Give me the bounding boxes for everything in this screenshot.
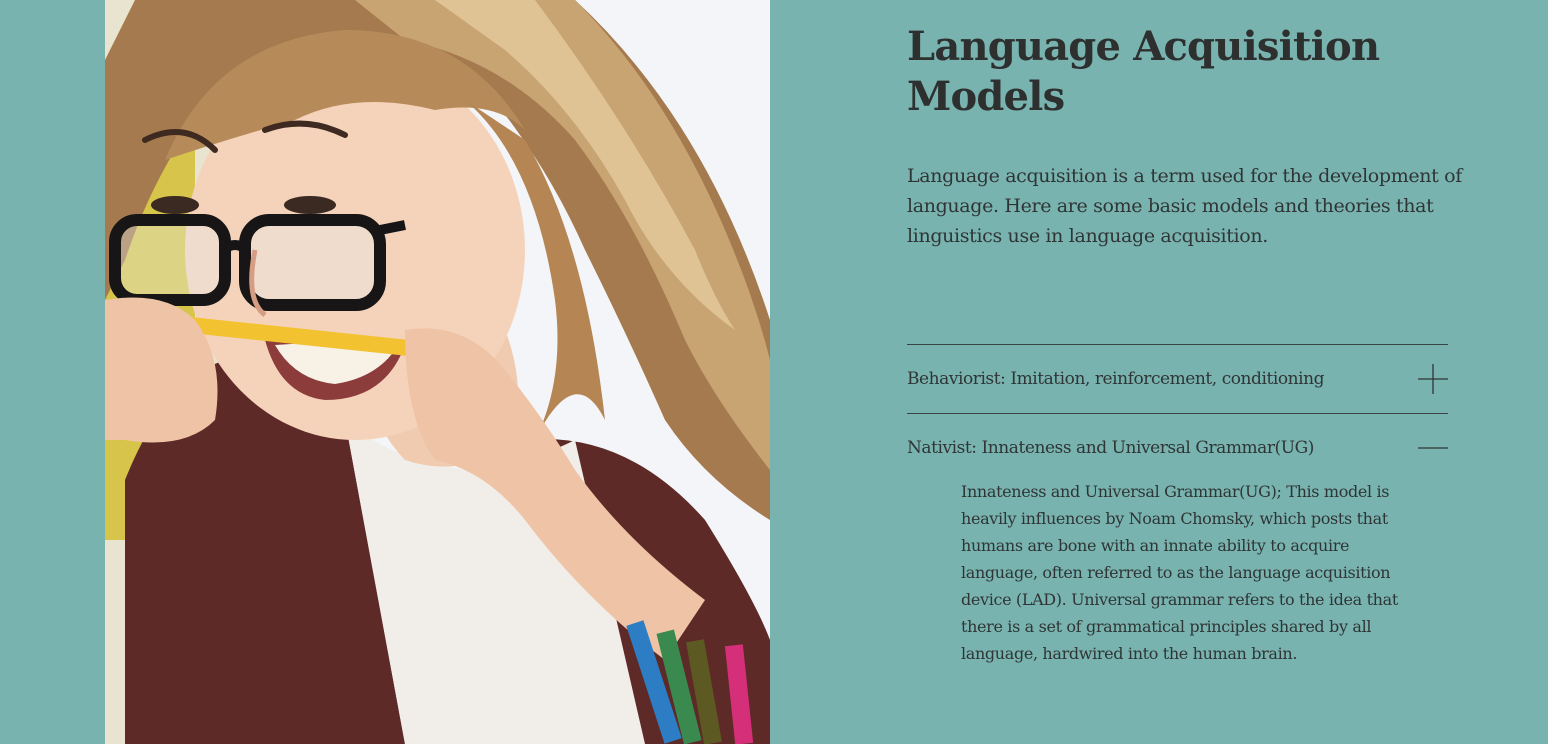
accordion-header-nativist[interactable]: Nativist: Innateness and Universal Gramm… — [907, 414, 1448, 482]
minus-icon[interactable] — [1418, 433, 1448, 463]
accordion-label: Nativist: Innateness and Universal Gramm… — [907, 438, 1314, 458]
accordion-header-behaviorist[interactable]: Behaviorist: Imitation, reinforcement, c… — [907, 345, 1448, 413]
accordion-body-nativist: Innateness and Universal Grammar(UG); Th… — [961, 482, 1398, 663]
accordion-item-nativist: Nativist: Innateness and Universal Gramm… — [907, 413, 1448, 667]
student-photo-illustration — [105, 0, 770, 744]
plus-icon[interactable] — [1418, 364, 1448, 394]
page: Language Acquisition Models Language acq… — [0, 0, 1548, 744]
accordion-label: Behaviorist: Imitation, reinforcement, c… — [907, 369, 1325, 389]
hero-photo — [105, 0, 770, 744]
accordion-item-behaviorist: Behaviorist: Imitation, reinforcement, c… — [907, 344, 1448, 413]
models-accordion: Behaviorist: Imitation, reinforcement, c… — [907, 344, 1448, 667]
intro-paragraph: Language acquisition is a term used for … — [907, 165, 1462, 247]
page-title: Language Acquisition Models — [907, 23, 1380, 120]
